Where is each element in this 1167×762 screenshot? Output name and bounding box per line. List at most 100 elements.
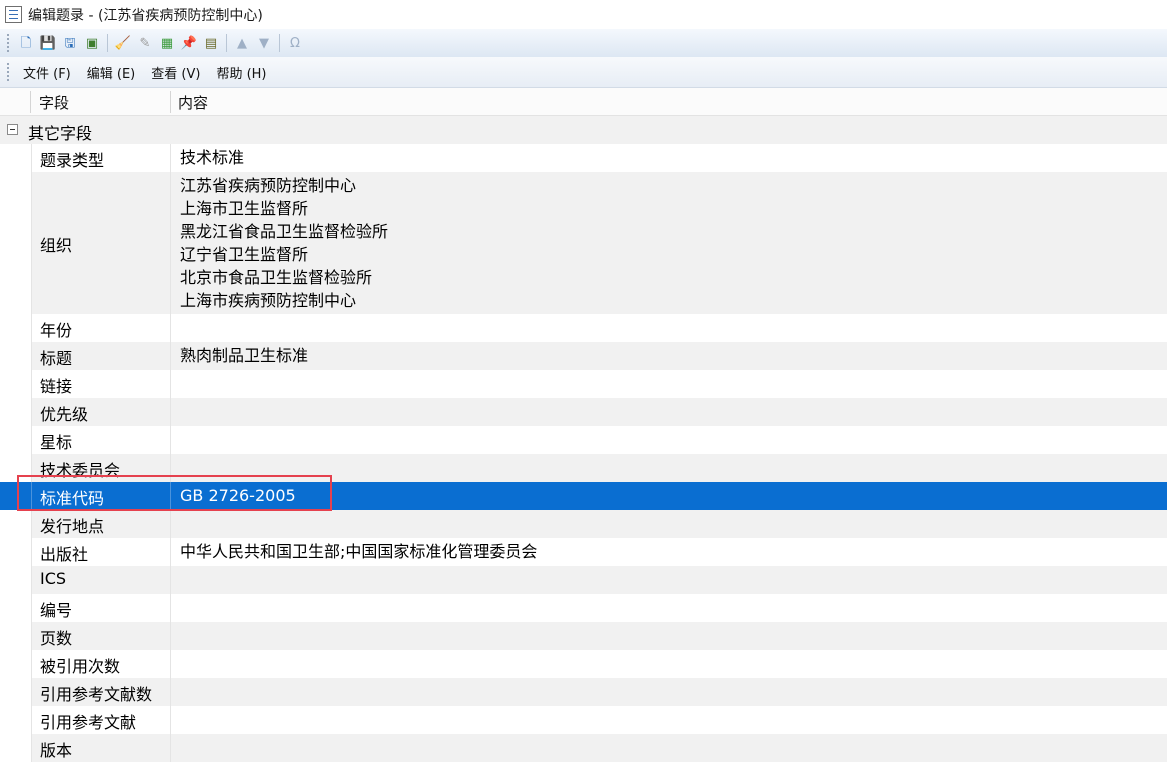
field-name: 星标 bbox=[40, 433, 73, 452]
field-value[interactable]: 辽宁省卫生监督所 bbox=[180, 243, 308, 266]
menu-item-2[interactable]: 查看 (V) bbox=[143, 63, 208, 82]
pin-icon[interactable]: 📌 bbox=[179, 33, 199, 53]
grid-row[interactable]: 版本 bbox=[0, 734, 1167, 762]
field-name: 发行地点 bbox=[40, 517, 105, 536]
grid-row[interactable]: 星标 bbox=[0, 426, 1167, 454]
field-value[interactable]: 上海市疾病预防控制中心 bbox=[180, 289, 356, 312]
grid-row[interactable]: 标题 熟肉制品卫生标准 bbox=[0, 342, 1167, 370]
field-name: 页数 bbox=[40, 629, 73, 648]
grid-row[interactable]: 引用参考文献 bbox=[0, 706, 1167, 734]
row-divider bbox=[31, 172, 32, 314]
field-name: 技术委员会 bbox=[40, 461, 121, 480]
grid-row[interactable]: ICS bbox=[0, 566, 1167, 594]
row-indent bbox=[0, 622, 31, 650]
grid-row[interactable]: 编号 bbox=[0, 594, 1167, 622]
save-icon[interactable]: 💾 bbox=[38, 33, 58, 53]
column-divider bbox=[170, 734, 171, 762]
grid-row[interactable]: 标准代码 GB 2726-2005 bbox=[0, 482, 1167, 510]
column-divider bbox=[170, 482, 171, 510]
column-divider bbox=[170, 594, 171, 622]
column-divider bbox=[170, 398, 171, 426]
row-indent bbox=[0, 706, 31, 734]
grid-row[interactable]: 链接 bbox=[0, 370, 1167, 398]
row-indent bbox=[0, 594, 31, 622]
column-divider bbox=[170, 454, 171, 482]
field-value[interactable]: 熟肉制品卫生标准 bbox=[180, 344, 308, 367]
field-name: 被引用次数 bbox=[40, 657, 121, 676]
row-divider bbox=[31, 314, 32, 342]
grid-row[interactable]: 题录类型 技术标准 bbox=[0, 144, 1167, 172]
field-name: 题录类型 bbox=[40, 151, 105, 170]
row-indent bbox=[0, 482, 31, 510]
row-indent bbox=[0, 398, 31, 426]
menu-item-3[interactable]: 帮助 (H) bbox=[208, 63, 274, 82]
field-name: 标题 bbox=[40, 349, 73, 368]
grid-row[interactable]: 技术委员会 bbox=[0, 454, 1167, 482]
row-indent bbox=[0, 454, 31, 482]
grid-row[interactable]: 年份 bbox=[0, 314, 1167, 342]
grid-row[interactable]: 出版社 中华人民共和国卫生部;中国国家标准化管理委员会 bbox=[0, 538, 1167, 566]
column-divider bbox=[170, 172, 171, 314]
row-divider bbox=[31, 454, 32, 482]
field-name: 引用参考文献数 bbox=[40, 685, 153, 704]
menu-item-1[interactable]: 编辑 (E) bbox=[79, 63, 144, 82]
column-divider bbox=[170, 426, 171, 454]
row-divider bbox=[31, 566, 32, 594]
row-divider bbox=[31, 482, 32, 510]
grid-row[interactable]: 组织 江苏省疾病预防控制中心 上海市卫生监督所 黑龙江省食品卫生监督检验所 辽宁省卫生监… bbox=[0, 172, 1167, 314]
column-divider bbox=[170, 314, 171, 342]
field-name: 链接 bbox=[40, 377, 73, 396]
row-divider bbox=[31, 398, 32, 426]
row-indent bbox=[0, 510, 31, 538]
grid-row[interactable]: 发行地点 bbox=[0, 510, 1167, 538]
row-indent bbox=[0, 650, 31, 678]
row-divider bbox=[31, 650, 32, 678]
field-value[interactable]: GB 2726-2005 bbox=[180, 484, 296, 507]
field-name: 优先级 bbox=[40, 405, 89, 424]
save-all-icon[interactable]: 🖫 bbox=[60, 33, 80, 53]
header-field[interactable]: 字段 bbox=[39, 92, 69, 113]
field-name: 版本 bbox=[40, 741, 73, 760]
header-content[interactable]: 内容 bbox=[178, 92, 208, 113]
field-value[interactable]: 技术标准 bbox=[180, 146, 244, 169]
column-divider bbox=[170, 144, 171, 172]
column-divider bbox=[170, 510, 171, 538]
new-record-icon[interactable]: 🗋 bbox=[16, 33, 36, 53]
row-divider bbox=[31, 144, 32, 172]
title-bar: 编辑题录 - (江苏省疾病预防控制中心) bbox=[0, 0, 1167, 29]
grid-header: 字段 内容 bbox=[0, 88, 1167, 116]
row-divider bbox=[31, 510, 32, 538]
menu-item-0[interactable]: 文件 (F) bbox=[15, 63, 79, 82]
grid-row[interactable]: 优先级 bbox=[0, 398, 1167, 426]
grid-icon[interactable]: ▦ bbox=[157, 33, 177, 53]
field-name: 年份 bbox=[40, 321, 73, 340]
row-indent bbox=[0, 342, 31, 370]
export-icon[interactable]: ▣ bbox=[82, 33, 102, 53]
field-name: 组织 bbox=[40, 236, 73, 255]
field-value[interactable]: 上海市卫生监督所 bbox=[180, 197, 308, 220]
field-value[interactable]: 北京市食品卫生监督检验所 bbox=[180, 266, 372, 289]
column-divider bbox=[170, 370, 171, 398]
clean-icon[interactable]: 🧹 bbox=[113, 33, 133, 53]
move-down-icon[interactable]: ▼ bbox=[254, 33, 274, 53]
column-divider bbox=[170, 538, 171, 566]
import-icon[interactable]: ▤ bbox=[201, 33, 221, 53]
field-value[interactable]: 中华人民共和国卫生部;中国国家标准化管理委员会 bbox=[180, 540, 537, 563]
field-name: 引用参考文献 bbox=[40, 713, 137, 732]
group-row-other-fields[interactable]: 其它字段 bbox=[0, 116, 1167, 144]
omega-icon[interactable]: Ω bbox=[285, 33, 305, 53]
field-name: 标准代码 bbox=[40, 489, 105, 508]
field-value[interactable]: 江苏省疾病预防控制中心 bbox=[180, 174, 356, 197]
move-up-icon[interactable]: ▲ bbox=[232, 33, 252, 53]
grid-row[interactable]: 引用参考文献数 bbox=[0, 678, 1167, 706]
field-value[interactable]: 黑龙江省食品卫生监督检验所 bbox=[180, 220, 388, 243]
grid-row[interactable]: 被引用次数 bbox=[0, 650, 1167, 678]
row-indent bbox=[0, 426, 31, 454]
toolbar-separator bbox=[279, 34, 280, 52]
collapse-icon[interactable] bbox=[7, 124, 18, 135]
grid-row[interactable]: 页数 bbox=[0, 622, 1167, 650]
header-divider bbox=[170, 91, 171, 113]
column-divider bbox=[170, 566, 171, 594]
clean-disabled-icon[interactable]: ✎ bbox=[135, 33, 155, 53]
row-divider bbox=[31, 370, 32, 398]
